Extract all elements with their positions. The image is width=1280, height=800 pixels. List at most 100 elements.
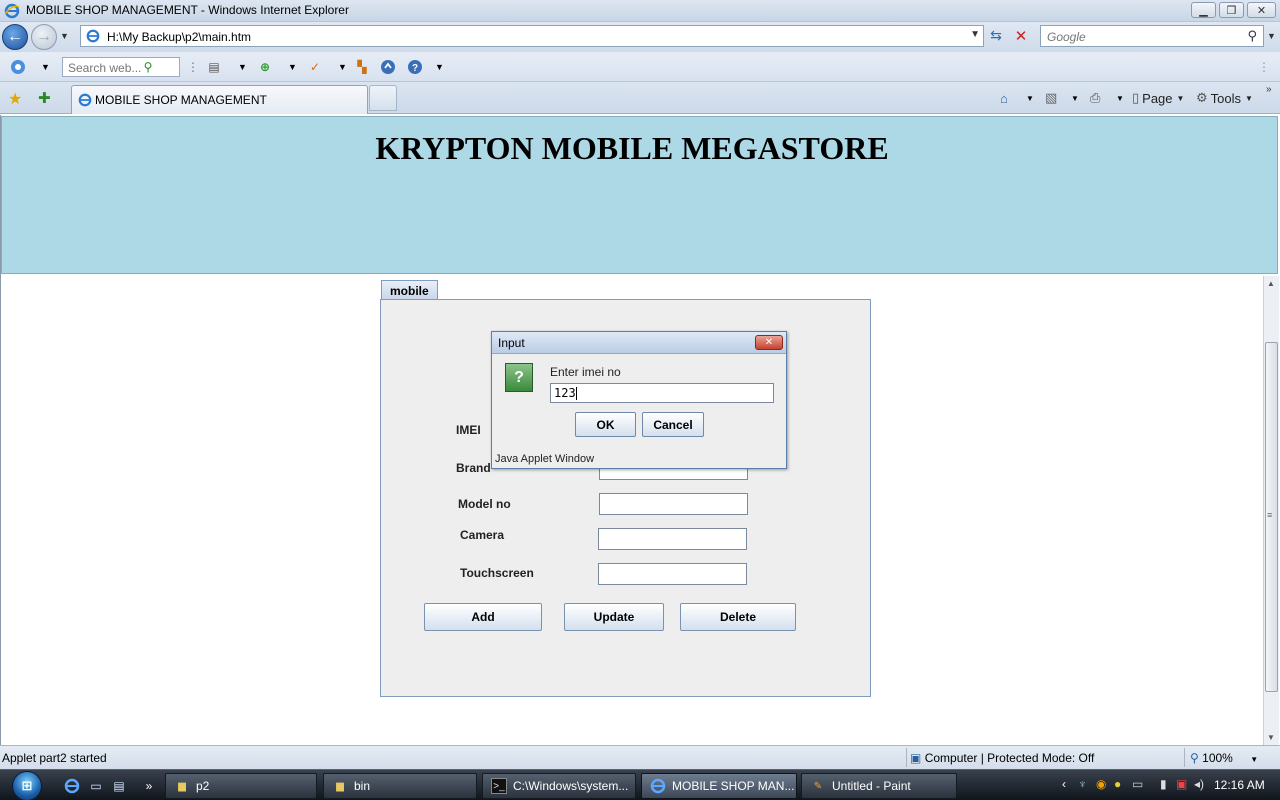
tray-expand-icon[interactable]: ‹ [1062,777,1066,791]
tray-status-icon[interactable]: ● [1114,777,1121,791]
page-menu-button[interactable]: ▯ Page ▼ [1132,88,1184,108]
java-applet-window-label: Java Applet Window [495,453,595,465]
recent-pages-dropdown[interactable]: ▼ [60,31,69,41]
imei-input[interactable]: 123 [550,383,774,403]
print-dropdown[interactable]: ▼ [1116,94,1124,103]
quicklaunch-ie-icon[interactable] [64,778,80,794]
applet-tab-mobile[interactable]: mobile [381,280,438,300]
search-input[interactable]: Google ⚲ [1040,25,1264,47]
zoom-icon: ⚲ [1190,751,1199,765]
address-url: H:\My Backup\p2\main.htm [107,30,252,44]
dialog-titlebar[interactable]: Input ✕ [492,332,786,354]
feeds-dropdown[interactable]: ▼ [1071,94,1079,103]
home-button[interactable]: ⌂ [1000,88,1008,108]
taskbar-button-label: MOBILE SHOP MAN... [672,779,795,793]
tray-app-icon[interactable]: ◉ [1096,777,1106,791]
add-button[interactable]: Add [424,603,542,631]
toolbar-translate-icon[interactable]: ▚ [354,59,370,75]
toolbar-search-input[interactable]: Search web... [62,57,180,77]
google-toolbar: ▼ Search web... ⚲ ⋮ ▤ ▼ ⊕ ▼ ✓ ▼ ▚ ? ▼ ⋮ [0,52,1280,82]
taskbar-button-cmd[interactable]: >_ C:\Windows\system... [482,773,636,799]
command-prompt-icon: >_ [491,778,507,794]
vertical-scrollbar[interactable]: ▲ ≡ ▼ [1263,276,1279,745]
windows-logo-icon: ⊞ [12,770,42,800]
delete-button[interactable]: Delete [680,603,796,631]
toolbar-add-dropdown[interactable]: ▼ [288,62,297,72]
update-button[interactable]: Update [564,603,664,631]
toolbar-help-dropdown[interactable]: ▼ [435,62,444,72]
refresh-button[interactable]: ⇆ [986,27,1006,47]
ok-button[interactable]: OK [575,412,636,437]
toolbar-bookmark-icon[interactable]: ✓ [307,59,323,75]
stop-button[interactable]: ✕ [1011,27,1031,47]
minimize-button[interactable]: ▁ [1191,2,1216,18]
scroll-up-icon[interactable]: ▲ [1267,279,1275,288]
toolbar-bookmark-dropdown[interactable]: ▼ [338,62,347,72]
home-icon: ⌂ [1000,90,1008,106]
close-icon: ✕ [764,337,774,348]
google-logo-icon[interactable] [10,59,26,75]
tray-device-icon[interactable]: ▭ [1132,777,1143,791]
volume-icon[interactable]: ◂) [1194,777,1204,791]
rss-feed-icon: ▧ [1045,90,1058,105]
tools-menu-label: Tools [1210,90,1242,106]
scroll-down-icon[interactable]: ▼ [1267,733,1275,742]
quicklaunch-overflow-icon[interactable]: » [141,778,157,794]
touchscreen-field[interactable] [598,563,747,585]
forward-arrow-icon: → [36,28,52,45]
text-caret [575,387,577,400]
zoom-level[interactable]: ⚲ 100% ▼ [1190,751,1258,765]
back-button[interactable]: ← [2,24,28,50]
taskbar-button-bin[interactable]: ▆ bin [323,773,477,799]
page-menu-icon: ▯ [1132,90,1140,105]
print-button[interactable]: ⎙ [1090,88,1100,108]
toolbar-overflow-icon[interactable]: » [1266,84,1272,95]
quicklaunch-desktop-icon[interactable]: ▭ [88,778,104,794]
tray-network-icon[interactable]: ♆ [1078,777,1087,791]
toolbar-help-icon[interactable]: ? [407,59,423,75]
address-bar[interactable]: H:\My Backup\p2\main.htm ▼ [80,25,984,47]
model-no-field[interactable] [599,493,748,515]
toolbar-page-icon[interactable]: ▤ [206,59,222,75]
window-titlebar: MOBILE SHOP MANAGEMENT - Windows Interne… [0,0,1280,22]
security-zone[interactable]: ▣ Computer | Protected Mode: Off [910,751,1094,765]
quicklaunch-switch-windows-icon[interactable]: ▤ [111,778,127,794]
home-dropdown[interactable]: ▼ [1026,94,1034,103]
page-menu-label: Page [1142,90,1173,106]
toolbar-search-go-icon[interactable]: ⚲ [140,59,156,75]
add-favorite-icon[interactable]: ✚ [38,89,51,107]
scroll-grip-icon: ≡ [1267,510,1273,520]
new-tab-button[interactable] [369,85,397,111]
taskbar: ⊞ ▭ ▤ » ▆ p2 ▆ bin >_ C:\Windows\system.… [0,769,1280,800]
taskbar-button-paint[interactable]: ✎ Untitled - Paint [801,773,957,799]
restore-button[interactable]: ❐ [1219,2,1244,18]
search-icon[interactable]: ⚲ [1247,28,1257,44]
google-menu-dropdown[interactable]: ▼ [41,62,50,72]
cancel-button[interactable]: Cancel [642,412,704,437]
taskbar-clock[interactable]: 12:16 AM [1214,778,1265,792]
computer-zone-icon: ▣ [910,751,922,765]
taskbar-button-ie[interactable]: MOBILE SHOP MAN... [641,773,797,799]
tools-menu-chevron-icon: ▼ [1245,93,1253,103]
toolbar-send-icon[interactable] [380,59,396,75]
tray-power-icon[interactable]: ▮ [1160,777,1167,791]
start-button[interactable]: ⊞ [6,770,48,800]
camera-field[interactable] [598,528,747,550]
search-placeholder: Google [1047,30,1086,44]
feeds-button[interactable]: ▧ [1045,88,1057,108]
favorites-star-icon[interactable]: ★ [8,89,22,109]
tray-connection-icon[interactable]: ▣ [1176,777,1187,791]
toolbar-add-icon[interactable]: ⊕ [257,59,273,75]
forward-button[interactable]: → [31,24,57,50]
search-options-dropdown[interactable]: ▼ [1267,31,1276,41]
tab-mobile-shop[interactable]: MOBILE SHOP MANAGEMENT [71,85,368,114]
model-no-label: Model no [458,497,511,511]
close-button[interactable]: ✕ [1247,2,1276,18]
dialog-prompt: Enter imei no [550,365,621,379]
tools-menu-button[interactable]: ⚙ Tools ▼ [1196,88,1253,108]
toolbar-page-dropdown[interactable]: ▼ [238,62,247,72]
address-dropdown-icon[interactable]: ▼ [970,29,980,40]
taskbar-button-p2[interactable]: ▆ p2 [165,773,317,799]
toolbar-grip-icon: ⋮ [1258,60,1270,74]
dialog-close-button[interactable]: ✕ [755,335,783,350]
